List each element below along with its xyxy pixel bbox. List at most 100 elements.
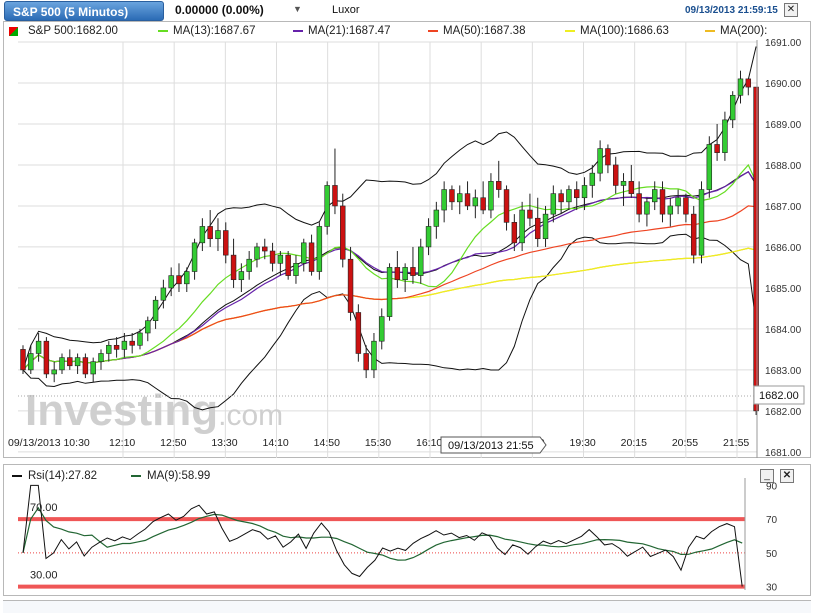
x-tick-label: 13:30 (211, 437, 237, 449)
candle (753, 86, 759, 415)
candle (441, 181, 447, 223)
candle (371, 332, 377, 379)
candle (106, 341, 112, 362)
candle (277, 251, 284, 276)
candle (67, 349, 73, 370)
x-tick-label: 12:10 (109, 437, 135, 449)
bollinger-lower (22, 233, 757, 411)
candle (145, 316, 151, 342)
candle (191, 238, 198, 280)
x-tick-label: 12:50 (160, 437, 186, 449)
candle (90, 357, 96, 383)
y-tick-label: 1684.00 (765, 325, 802, 336)
candle (527, 193, 533, 227)
candle (199, 218, 206, 252)
y-tick-label: 1685.00 (765, 284, 802, 295)
candle (496, 160, 502, 198)
candle (675, 189, 681, 215)
candle (20, 345, 26, 374)
candle (230, 238, 237, 288)
candle (737, 70, 744, 104)
candle (285, 251, 291, 280)
candle (714, 123, 720, 161)
candle (74, 353, 81, 374)
candle (613, 156, 619, 194)
candle (433, 201, 440, 239)
candle (410, 246, 416, 284)
candle (683, 193, 689, 223)
candle (644, 197, 650, 227)
x-tick-label: 20:15 (621, 437, 647, 449)
candle (355, 304, 362, 362)
candle (59, 353, 65, 374)
candle (472, 189, 479, 219)
candle (519, 201, 525, 252)
svg-text:1682.00: 1682.00 (759, 390, 799, 402)
candle (332, 148, 338, 215)
candle (394, 251, 401, 288)
y-tick-label: 1688.00 (765, 161, 802, 172)
candle (722, 111, 728, 161)
rsi-level-label: 30.00 (30, 570, 58, 582)
candle (308, 234, 315, 276)
rsi-tick-label: 50 (766, 549, 778, 560)
candle (589, 164, 596, 198)
candle (464, 181, 471, 211)
rsi-line (22, 484, 743, 587)
candle (301, 238, 307, 272)
candle (628, 164, 635, 198)
x-tick-label: 16:10 (416, 437, 442, 449)
last-price-tag: 1682.00 (753, 385, 805, 405)
y-tick-label: 1689.00 (765, 120, 802, 131)
candle (542, 205, 549, 247)
candle (340, 193, 346, 268)
candle (43, 337, 50, 379)
candle (597, 140, 603, 182)
candle (35, 332, 42, 362)
x-tick-label: 15:30 (365, 437, 391, 449)
rsi-level-label: 70.00 (30, 502, 58, 514)
candle (246, 251, 252, 280)
y-tick-label: 1690.00 (765, 79, 802, 90)
navigator-bar[interactable] (3, 600, 811, 613)
candle (698, 181, 705, 264)
candle (82, 353, 89, 379)
candle (293, 255, 299, 284)
x-tick-label: 09/13/2013 10:30 (8, 437, 90, 449)
candle (457, 185, 463, 215)
candle (51, 361, 57, 383)
x-tick-label: 21:55 (723, 437, 749, 449)
candle (347, 246, 354, 321)
candle (667, 197, 674, 227)
crosshair-tag: 09/13/2013 21:55 (440, 436, 547, 454)
y-tick-label: 1686.00 (765, 243, 802, 254)
x-tick-label: 19:30 (570, 437, 596, 449)
candle (745, 78, 752, 96)
candle (207, 210, 213, 247)
candle (690, 205, 697, 264)
candle (550, 185, 557, 223)
candle (706, 136, 713, 198)
rsi-tick-label: 30 (766, 583, 778, 594)
candle (729, 91, 736, 129)
candle (152, 296, 159, 329)
x-tick-label: 20:55 (672, 437, 698, 449)
candle (620, 173, 627, 206)
rsi-tick-label: 70 (766, 515, 778, 526)
candle (129, 332, 135, 354)
candle (488, 173, 494, 219)
x-tick-label: 14:50 (314, 437, 340, 449)
x-tick-label: 14:10 (263, 437, 289, 449)
candle (535, 197, 541, 247)
candle (324, 181, 330, 235)
y-tick-label: 1682.00 (765, 407, 802, 418)
candle (558, 189, 564, 215)
svg-text:09/13/2013 21:55: 09/13/2013 21:55 (448, 440, 534, 452)
rsi-tick-label: 90 (766, 481, 778, 492)
candle (605, 144, 611, 174)
y-tick-label: 1683.00 (765, 366, 802, 377)
candle (223, 222, 229, 264)
price-chart[interactable]: Investing.com 1691.00 1690.00 1689.00 1688.… (0, 0, 814, 460)
candle (215, 218, 221, 252)
y-tick-label: 1681.00 (765, 448, 802, 459)
